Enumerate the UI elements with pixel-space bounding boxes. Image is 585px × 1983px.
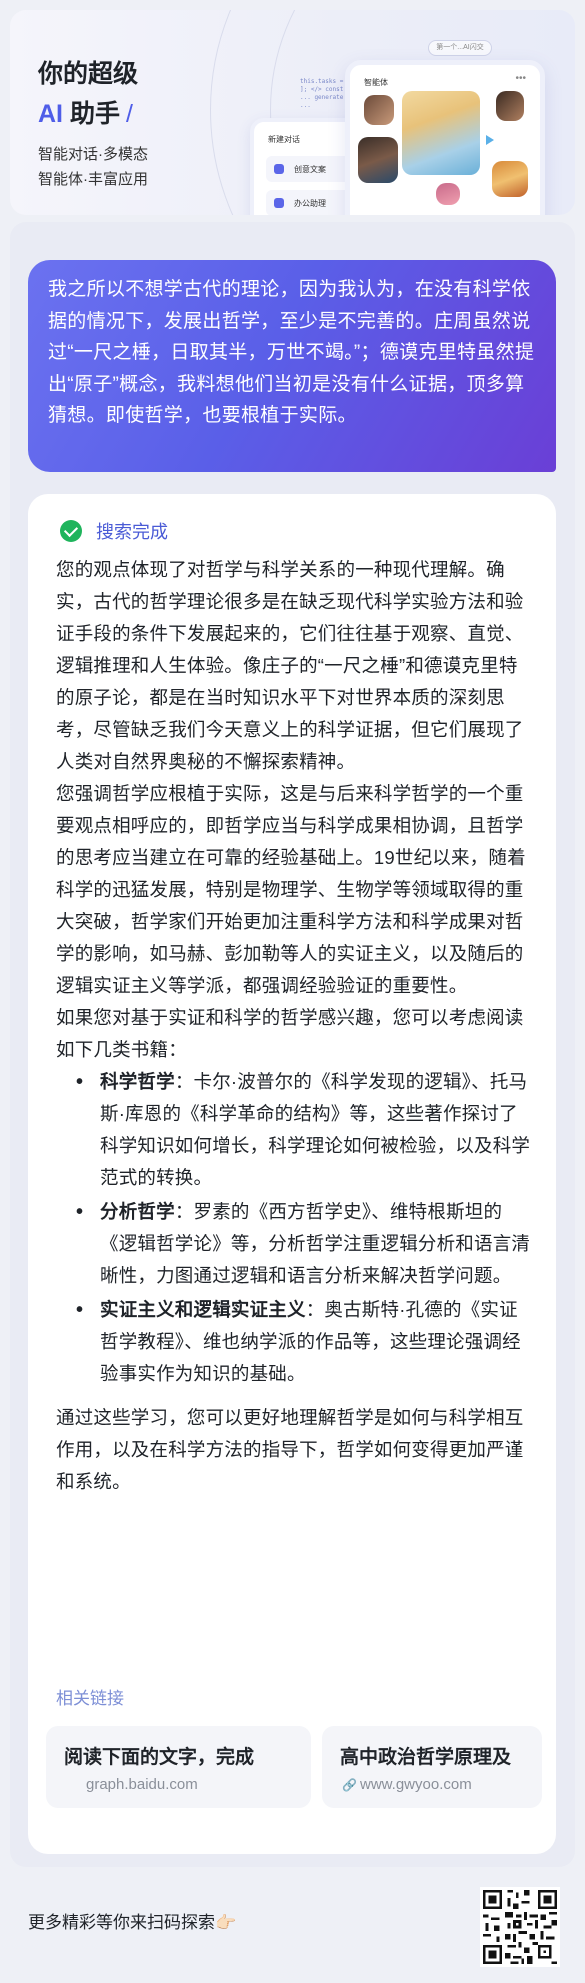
check-circle-icon: [60, 520, 82, 542]
banner-subtitle: 智能对话·多模态: [38, 146, 148, 163]
list-item: 实证主义和逻辑实证主义：奥古斯特·孔德的《实证哲学教程》、维也纳学派的作品等，这…: [56, 1294, 536, 1390]
mock-header: 智能体: [364, 78, 388, 87]
avatar-image: [492, 161, 528, 197]
answer-body: 您的观点体现了对哲学与科学关系的一种现代理解。确实，古代的哲学理论很多是在缺乏现…: [56, 554, 536, 1498]
user-message-text: 我之所以不想学古代的理论，因为我认为，在没有科学依据的情况下，发展出哲学，至少是…: [48, 279, 535, 426]
banner-title-ai: AI 助手 /: [38, 94, 133, 130]
related-link-card[interactable]: 高中政治哲学原理及 🔗 www.gwyoo.com: [322, 1726, 542, 1808]
answer-paragraph: 通过这些学习，您可以更好地理解哲学是如何与科学相互作用，以及在科学方法的指导下，…: [56, 1407, 524, 1492]
qr-code-icon[interactable]: [480, 1887, 560, 1967]
mock-pill: 第一个...AI闪交: [428, 40, 492, 56]
slash-mark: /: [125, 100, 133, 128]
footer-cta: 更多精彩等你来扫码探索👉🏻: [28, 1913, 237, 1932]
search-status: 搜索完成: [60, 518, 168, 544]
related-link-title: 阅读下面的文字，完成: [64, 1747, 255, 1768]
related-link-card[interactable]: 阅读下面的文字，完成 graph.baidu.com: [46, 1726, 311, 1808]
avatar-image: [364, 95, 394, 125]
promo-banner: 你的超级 AI 助手 / 智能对话·多模态 智能体·丰富应用 第一个...AI闪交…: [10, 10, 575, 215]
avatar-image: [436, 183, 460, 205]
avatar-image: [358, 137, 398, 183]
related-links-title: 相关链接: [56, 1689, 124, 1708]
book-list: 科学哲学：卡尔·波普尔的《科学发现的逻辑》、托马斯·库恩的《科学革命的结构》等，…: [56, 1066, 536, 1390]
answer-paragraph: 您的观点体现了对哲学与科学关系的一种现代理解。确实，古代的哲学理论很多是在缺乏现…: [56, 559, 524, 772]
list-item: 分析哲学：罗素的《西方哲学史》、维特根斯坦的《逻辑哲学论》等，分析哲学注重逻辑分…: [56, 1196, 536, 1292]
search-status-label: 搜索完成: [96, 522, 168, 542]
avatar-image: [496, 91, 524, 121]
user-message-bubble: 我之所以不想学古代的理论，因为我认为，在没有科学依据的情况下，发展出哲学，至少是…: [28, 260, 556, 472]
play-icon: [486, 135, 494, 145]
doc-icon: [274, 164, 284, 174]
related-link-url: graph.baidu.com: [86, 1776, 198, 1793]
avatar-image: [402, 91, 480, 175]
list-item: 科学哲学：卡尔·波普尔的《科学发现的逻辑》、托马斯·库恩的《科学革命的结构》等，…: [56, 1066, 536, 1194]
briefcase-icon: [274, 198, 284, 208]
book-category: 实证主义和逻辑实证主义: [100, 1299, 306, 1320]
link-icon: 🔗: [342, 1778, 357, 1792]
assistant-answer-card: 搜索完成 您的观点体现了对哲学与科学关系的一种现代理解。确实，古代的哲学理论很多…: [28, 494, 556, 1854]
more-icon: •••: [515, 73, 526, 84]
related-link-url: www.gwyoo.com: [360, 1776, 472, 1793]
related-link-title: 高中政治哲学原理及: [340, 1747, 512, 1768]
helper-label: 助手: [69, 100, 120, 128]
ai-label: AI: [38, 100, 63, 128]
answer-paragraph: 您强调哲学应根植于实际，这是与后来科学哲学的一个重要观点相呼应的，即哲学应当与科…: [56, 783, 526, 996]
answer-paragraph: 如果您对基于实证和科学的哲学感兴趣，您可以考虑阅读如下几类书籍：: [56, 1007, 524, 1060]
banner-subtitle: 智能体·丰富应用: [38, 171, 148, 188]
book-category: 分析哲学: [100, 1201, 175, 1222]
mock-phone-front: 智能体 •••: [345, 60, 545, 215]
book-category: 科学哲学: [100, 1071, 175, 1092]
mock-header: 新建对话: [268, 135, 300, 144]
banner-title: 你的超级: [38, 60, 139, 88]
